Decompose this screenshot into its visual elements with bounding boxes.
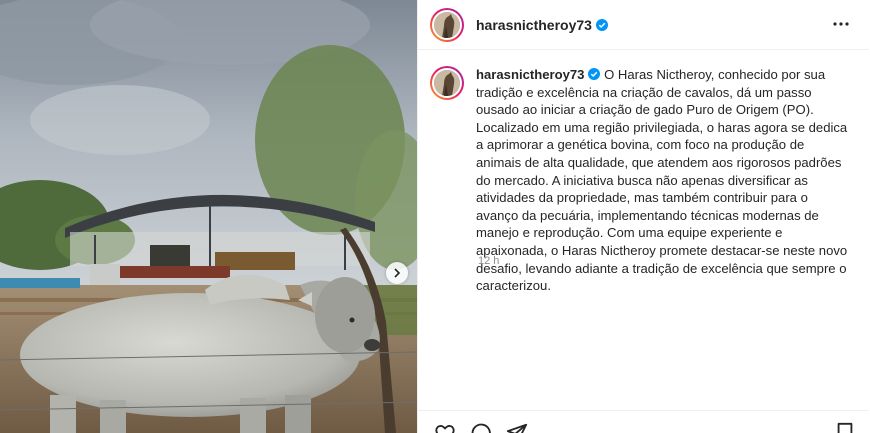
caption-avatar[interactable] xyxy=(430,66,464,100)
post-sidebar: harasnictheroy73 harasnictheroy73 O Hara… xyxy=(417,0,869,433)
post-header: harasnictheroy73 xyxy=(418,0,869,50)
caption-username[interactable]: harasnictheroy73 xyxy=(476,67,584,82)
more-options-button[interactable] xyxy=(831,14,851,34)
horse-avatar-icon xyxy=(434,70,460,96)
chevron-right-icon xyxy=(394,268,401,278)
horse-avatar-icon xyxy=(434,11,460,38)
post-timestamp[interactable]: 12 h xyxy=(478,255,499,267)
action-bar xyxy=(418,410,869,433)
instagram-post: harasnictheroy73 harasnictheroy73 O Hara… xyxy=(0,0,870,433)
heart-icon[interactable] xyxy=(434,422,456,433)
post-photo xyxy=(0,0,417,433)
header-username[interactable]: harasnictheroy73 xyxy=(476,17,592,33)
bookmark-icon[interactable] xyxy=(834,422,856,433)
verified-badge-icon xyxy=(595,18,608,31)
post-caption: harasnictheroy73 O Haras Nictheroy, conh… xyxy=(476,66,848,295)
next-image-button[interactable] xyxy=(386,262,408,284)
post-image[interactable] xyxy=(0,0,417,433)
more-options-icon xyxy=(833,22,849,26)
paper-plane-icon[interactable] xyxy=(506,422,528,433)
caption-text: O Haras Nictheroy, conhecido por sua tra… xyxy=(476,67,848,294)
avatar[interactable] xyxy=(430,7,464,42)
verified-badge-icon xyxy=(588,68,601,80)
comment-icon[interactable] xyxy=(470,422,492,433)
